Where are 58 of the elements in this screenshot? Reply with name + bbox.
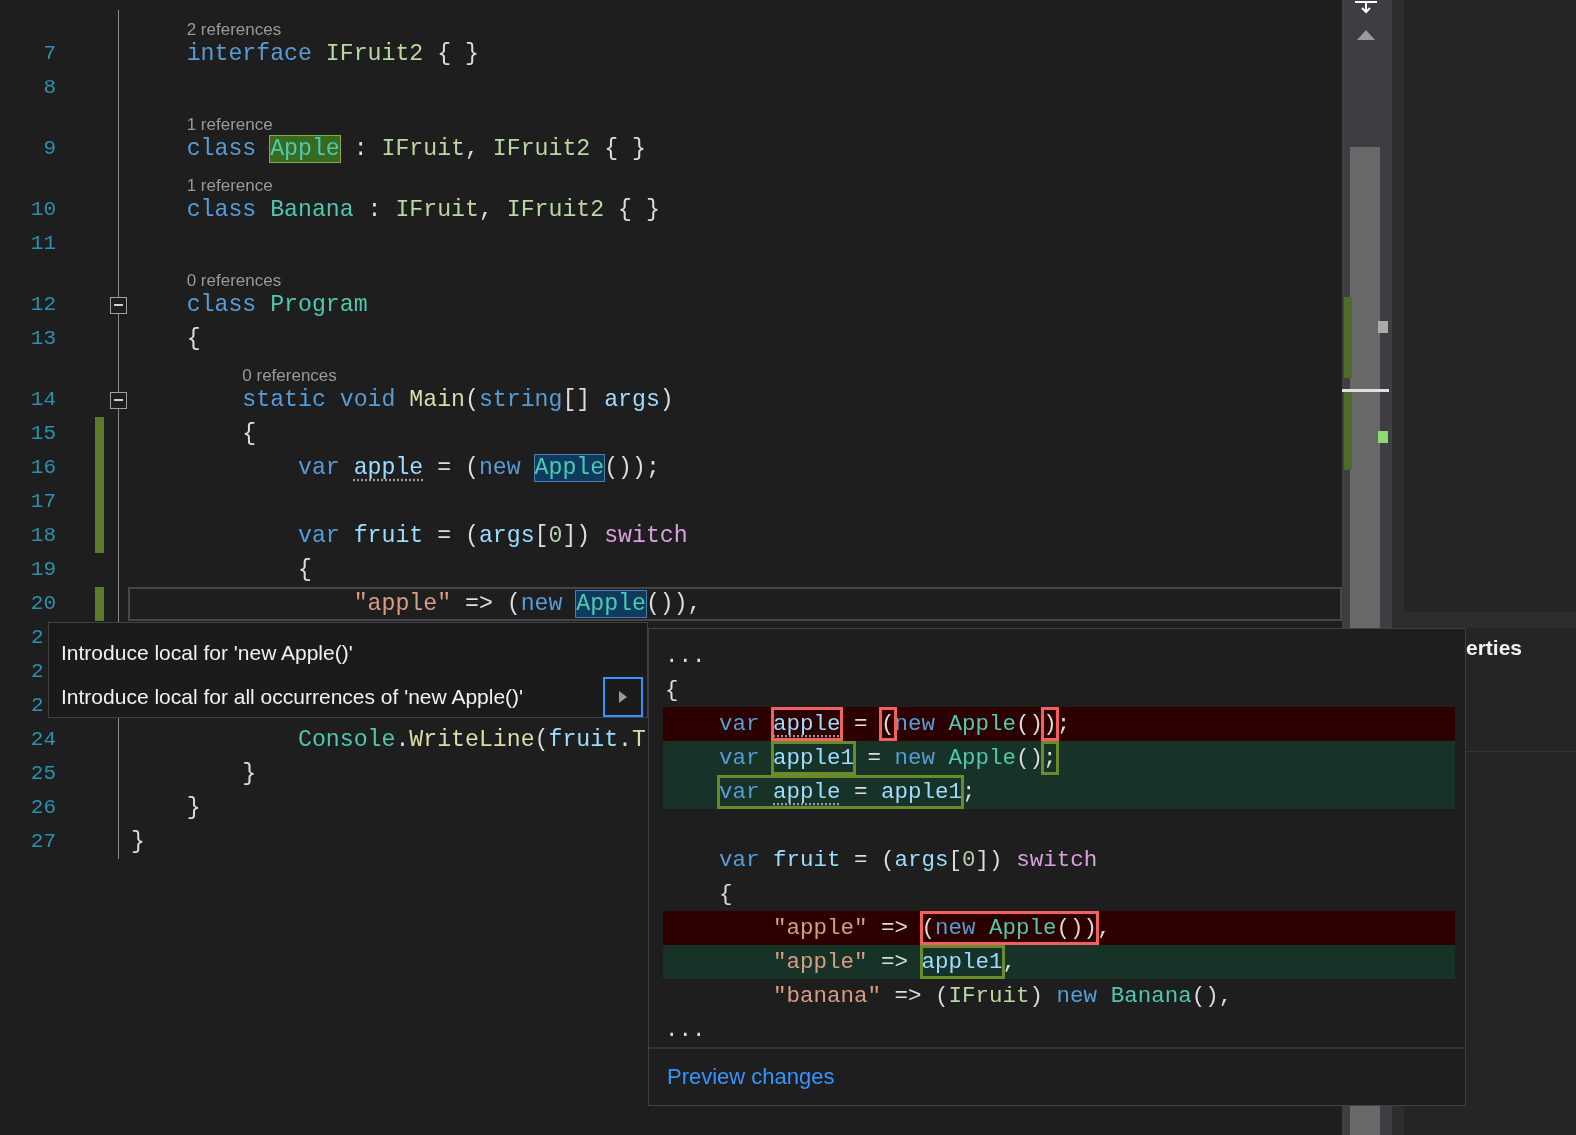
line-number: 11	[29, 231, 56, 257]
line-number: 15	[29, 421, 56, 447]
code-line: class Apple : IFruit, IFruit2 { }	[186, 136, 646, 162]
code-line: ...	[665, 643, 706, 669]
code-line: Console.WriteLine(fruit.T	[298, 727, 646, 753]
menu-item[interactable]: Introduce local for 'new Apple()'	[61, 641, 353, 665]
scroll-up-icon[interactable]	[1357, 30, 1375, 40]
line-number: 26	[29, 795, 56, 821]
line-number: 8	[42, 75, 56, 101]
menu-item[interactable]: Introduce local for all occurrences of 'new Apple()'	[61, 685, 524, 709]
line-number: 13	[29, 326, 56, 352]
scroll-marker	[1378, 321, 1388, 333]
line-number: 20	[29, 591, 56, 617]
line-number: 10	[29, 197, 56, 223]
line-number: 24	[29, 727, 56, 753]
reference-count[interactable]: 1 reference	[186, 109, 273, 138]
preview-changes-link[interactable]: Preview changes	[667, 1064, 835, 1090]
line-number: 9	[42, 136, 56, 162]
code-line: var fruit = (args[0]) switch	[719, 847, 1098, 873]
code-line: {	[665, 677, 679, 703]
code-line: {	[298, 557, 312, 583]
code-line: "banana" => (IFruit) new Banana(),	[773, 983, 1233, 1009]
line-number: 2	[30, 693, 45, 719]
code-line: }	[186, 795, 201, 821]
line-number: 25	[29, 761, 56, 787]
split-window-icon[interactable]	[1354, 0, 1378, 14]
reference-count[interactable]: 0 references	[186, 265, 282, 294]
reference-count[interactable]: 2 references	[186, 14, 282, 43]
code-line: }	[242, 761, 257, 787]
code-line: class Banana : IFruit, IFruit2 { }	[186, 197, 660, 223]
reference-count[interactable]: 1 reference	[186, 170, 273, 199]
code-line: class Program	[186, 292, 368, 318]
code-line: "apple" => (new Apple()),	[353, 591, 702, 617]
code-line: {	[186, 326, 201, 352]
scroll-marker	[1378, 431, 1388, 443]
line-number: 27	[29, 829, 56, 855]
line-number: 14	[29, 387, 56, 413]
line-number: 19	[29, 557, 56, 583]
code-line: interface IFruit2 { }	[186, 41, 479, 67]
line-number: 18	[29, 523, 56, 549]
line-number: 12	[29, 292, 56, 318]
line-number: 2	[30, 625, 45, 651]
code-line: var apple = (new Apple());	[298, 455, 660, 481]
reference-count[interactable]: 0 references	[242, 360, 337, 389]
line-number: 2	[30, 659, 45, 685]
code-line: {	[719, 881, 733, 907]
line-number: 16	[29, 455, 56, 481]
line-number: 7	[42, 41, 56, 67]
caret-position-marker	[1342, 389, 1389, 392]
code-line: {	[242, 421, 257, 447]
code-line: ...	[665, 1017, 706, 1043]
collapse-icon[interactable]	[110, 391, 127, 409]
code-line: static void Main(string[] args)	[242, 387, 674, 413]
collapse-icon[interactable]	[110, 296, 127, 314]
line-number: 17	[29, 489, 56, 515]
code-line: }	[131, 829, 145, 855]
panel-title: erties	[1466, 636, 1523, 660]
code-line: var fruit = (args[0]) switch	[298, 523, 688, 549]
